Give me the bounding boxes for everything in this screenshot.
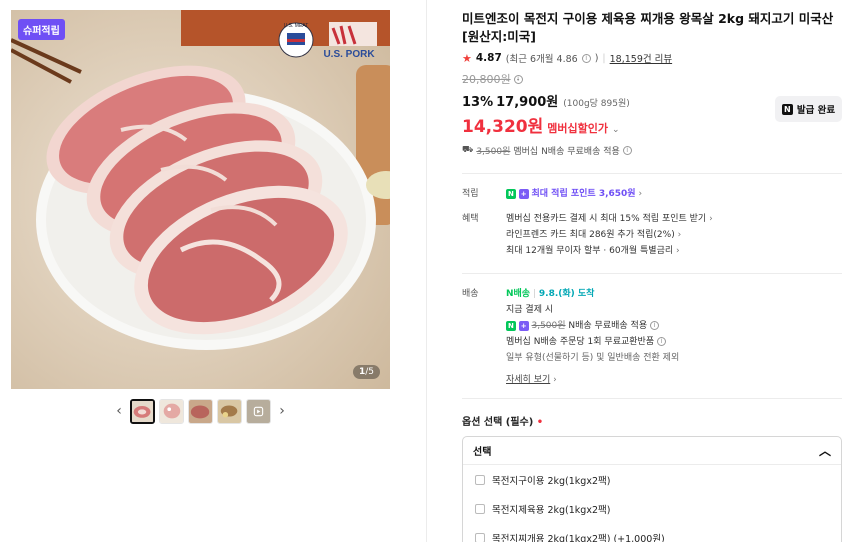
option-selected-text: 선택 (473, 447, 492, 458)
option-checkbox[interactable] (475, 532, 485, 542)
naver-n-icon: N (781, 103, 793, 115)
discount-rate: 13% (462, 95, 494, 110)
logo-top-text: U.S. MEAT (284, 23, 309, 29)
delivery-key: 배송 (462, 289, 479, 299)
super-point-badge: 슈퍼적립 (18, 19, 65, 40)
thumbnail-5-video[interactable] (246, 398, 271, 424)
option-label: 옵션 선택 (필수) • (462, 413, 842, 428)
chevron-up-icon: ︿ (818, 444, 831, 458)
delivery-more-link[interactable]: 자세히 보기 (506, 375, 550, 385)
thumbnail-4[interactable] (217, 398, 242, 424)
info-icon[interactable]: i (513, 74, 523, 84)
star-icon: ★ (462, 51, 472, 65)
review-count-link[interactable]: 18,159건 리뷰 (610, 51, 672, 65)
exclusion-text: 일부 유형(선물하기 등) 및 일반배송 전환 제외 (506, 353, 680, 363)
chevron-right-icon: › (676, 246, 680, 256)
counter-total: /5 (365, 367, 374, 377)
required-mark: • (536, 417, 544, 428)
info-icon[interactable]: i (656, 337, 666, 346)
chevron-right-icon: › (709, 214, 713, 224)
shipping-original-fee: 3,500원 (476, 147, 511, 157)
delivery-section: 배송 N배송 | 9.8.(화) 도착 지금 결제 시 N + 3,500원 N… (462, 286, 842, 388)
point-value[interactable]: N + 최대 적립 포인트 3,650원 › (506, 186, 842, 202)
benefit-item-text: 라인프렌즈 카드 최대 286원 추가 적립(2%) (506, 230, 675, 240)
benefit-item[interactable]: 라인프렌즈 카드 최대 286원 추가 적립(2%) › (506, 227, 842, 243)
max-point-text: 최대 적립 포인트 3,650원 (531, 189, 636, 199)
original-price-row: 20,800원 i (462, 71, 842, 87)
divider (462, 173, 842, 174)
column-divider (426, 0, 427, 542)
shipping-row: ⛟ 3,500원 멤버십 N배송 무료배송 적용 i (462, 144, 842, 157)
info-icon[interactable]: i (581, 53, 591, 63)
benefit-item-text: 멤버십 전용카드 결제 시 최대 15% 적립 포인트 받기 (506, 214, 707, 224)
option-select-header[interactable]: 선택 ︿ (463, 437, 841, 465)
benefit-item[interactable]: 멤버십 전용카드 결제 시 최대 15% 적립 포인트 받기 › (506, 211, 842, 227)
chevron-right-icon: › (553, 375, 557, 385)
info-icon[interactable]: i (649, 321, 659, 330)
rating-recent: (최근 6개월 4.86 (505, 54, 578, 65)
plus-badge: + (518, 188, 529, 199)
option-item[interactable]: 목전지제육용 2kg(1kgx2팩) (463, 494, 841, 523)
thumbnail-strip: ‹ › (112, 398, 289, 424)
chevron-right-icon: › (677, 230, 682, 240)
sale-price: 17,900원 (496, 95, 559, 110)
option-item-label: 목전지찌개용 2kg(1kgx2팩) (+1,000원) (492, 533, 665, 542)
rating-recent-close: ) (594, 52, 599, 64)
naver-n-badge: N (506, 188, 516, 199)
delivery-details: N배송 | 9.8.(화) 도착 지금 결제 시 N + 3,500원 N배송 … (506, 286, 842, 388)
plus-badge: + (518, 320, 529, 331)
image-counter: 1/5 (352, 365, 380, 379)
thumbnail-2[interactable] (159, 398, 184, 424)
original-price: 20,800원 (462, 73, 511, 86)
option-item[interactable]: 목전지구이용 2kg(1kgx2팩) (463, 465, 841, 494)
divider (462, 398, 842, 399)
unit-price: (100g당 895원) (563, 99, 630, 109)
delivery-fee-text: N배송 무료배송 적용 (568, 321, 648, 331)
thumbnail-prev-button[interactable]: ‹ (112, 398, 126, 424)
member-price-label: 멤버십할인가 (547, 122, 608, 135)
pork-photo: U.S. MEAT U.S. PORK (11, 10, 390, 389)
option-label-text: 옵션 선택 (필수) (462, 417, 534, 428)
product-main-image[interactable]: U.S. MEAT U.S. PORK 슈퍼적립 1/5 (11, 10, 390, 389)
thumbnail-1[interactable] (130, 398, 155, 424)
divider (462, 273, 842, 274)
shipping-text: 멤버십 N배송 무료배송 적용 (513, 147, 620, 157)
chevron-right-icon: › (638, 189, 643, 199)
product-info: 미트엔조이 목전지 구이용 제육용 찌개용 왕목살 2kg 돼지고기 미국산 [… (462, 10, 842, 542)
chevron-down-icon: ⌄ (611, 125, 620, 135)
delivery-original-fee: 3,500원 (531, 321, 566, 331)
n-delivery-label: N배송 (506, 289, 531, 299)
benefit-list: 멤버십 전용카드 결제 시 최대 15% 적립 포인트 받기 › 라인프렌즈 카… (506, 211, 842, 259)
benefit-key: 혜택 (462, 214, 479, 224)
point-key: 적립 (462, 189, 479, 199)
option-item[interactable]: 목전지찌개용 2kg(1kgx2팩) (+1,000원) (463, 523, 841, 542)
delivery-date: 9.8.(화) 도착 (538, 289, 595, 299)
separator: | (602, 52, 606, 64)
benefit-item[interactable]: 최대 12개월 무이자 할부 · 60개월 특별금리 › (506, 243, 842, 259)
benefit-section: 적립 N + 최대 적립 포인트 3,650원 › 혜택 멤버십 전용카드 결제… (462, 186, 842, 259)
option-item-label: 목전지제육용 2kg(1kgx2팩) (492, 504, 611, 516)
logo-bottom-text: U.S. PORK (323, 49, 375, 60)
option-checkbox[interactable] (475, 503, 485, 514)
thumbnail-3[interactable] (188, 398, 213, 424)
info-icon[interactable]: i (622, 146, 632, 155)
coupon-issued-button[interactable]: N 발급 완료 (775, 96, 842, 122)
option-item-label: 목전지구이용 2kg(1kgx2팩) (492, 475, 611, 487)
option-checkbox[interactable] (475, 474, 485, 485)
rating-row: ★ 4.87 (최근 6개월 4.86 i ) | 18,159건 리뷰 (462, 51, 842, 66)
product-title: 미트엔조이 목전지 구이용 제육용 찌개용 왕목살 2kg 돼지고기 미국산 [… (462, 11, 834, 44)
rating-value: 4.87 (475, 52, 502, 64)
member-price: 14,320원 (462, 117, 544, 137)
coupon-button-label: 발급 완료 (796, 105, 836, 116)
benefit-item-text: 최대 12개월 무이자 할부 · 60개월 특별금리 (506, 246, 674, 256)
option-select: 선택 ︿ 목전지구이용 2kg(1kgx2팩) 목전지제육용 2kg(1kgx2… (462, 436, 842, 542)
truck-icon: ⛟ (462, 145, 474, 155)
exchange-text: 멤버십 N배송 주문당 1회 무료교환반품 (506, 337, 655, 347)
delivery-condition: 지금 결제 시 (506, 305, 554, 315)
separator: | (532, 289, 537, 299)
naver-n-badge: N (506, 320, 516, 331)
thumbnail-next-button[interactable]: › (275, 398, 289, 424)
